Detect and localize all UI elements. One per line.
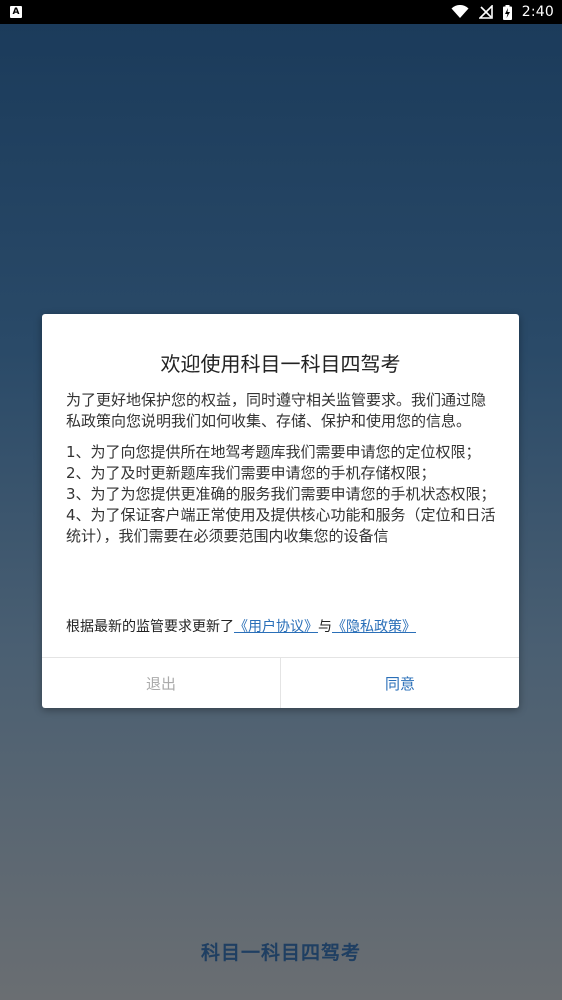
wifi-icon xyxy=(451,5,469,18)
permission-item-storage: 2、为了及时更新题库我们需要申请您的手机存储权限； xyxy=(66,464,436,482)
screen: A 2:40 欢迎使用科目一科目四驾考 为了更好地保护您的权益，同时遵守相关监管… xyxy=(0,0,562,1000)
notice-and: 与 xyxy=(318,619,332,635)
permission-item-location: 1、为了向您提供所在地驾考题库我们需要申请您的定位权限； xyxy=(66,443,481,461)
user-agreement-link[interactable]: 《用户协议》 xyxy=(234,619,318,635)
status-bar-left: A xyxy=(10,6,22,18)
clock-time: 2:40 xyxy=(521,4,554,20)
notice-prefix: 根据最新的监管要求更新了 xyxy=(66,619,234,635)
battery-charging-icon xyxy=(502,4,512,20)
notification-a-icon: A xyxy=(10,6,22,18)
no-signal-icon xyxy=(478,5,493,19)
status-bar: A 2:40 xyxy=(0,0,562,24)
permission-item-phone-state: 3、为了为您提供更准确的服务我们需要申请您的手机状态权限； xyxy=(66,485,496,503)
dialog-title: 欢迎使用科目一科目四驾考 xyxy=(160,352,401,376)
policy-notice: 根据最新的监管要求更新了《用户协议》与《隐私政策》 xyxy=(66,616,416,636)
privacy-policy-link[interactable]: 《隐私政策》 xyxy=(332,619,416,635)
dialog-body-scroll[interactable]: 为了更好地保护您的权益，同时遵守相关监管要求。我们通过隐私政策向您说明我们如何收… xyxy=(66,390,496,596)
app-name-footer: 科目一科目四驾考 xyxy=(200,942,361,964)
agree-button[interactable]: 同意 xyxy=(281,658,519,708)
exit-button[interactable]: 退出 xyxy=(42,658,280,708)
dialog-intro: 为了更好地保护您的权益，同时遵守相关监管要求。我们通过隐私政策向您说明我们如何收… xyxy=(66,391,487,430)
status-bar-right: 2:40 xyxy=(451,4,554,20)
privacy-dialog: 欢迎使用科目一科目四驾考 为了更好地保护您的权益，同时遵守相关监管要求。我们通过… xyxy=(42,314,519,708)
permission-item-device-info: 4、为了保证客户端正常使用及提供核心功能和服务（定位和日活统计），我们需要在必须… xyxy=(66,506,496,545)
